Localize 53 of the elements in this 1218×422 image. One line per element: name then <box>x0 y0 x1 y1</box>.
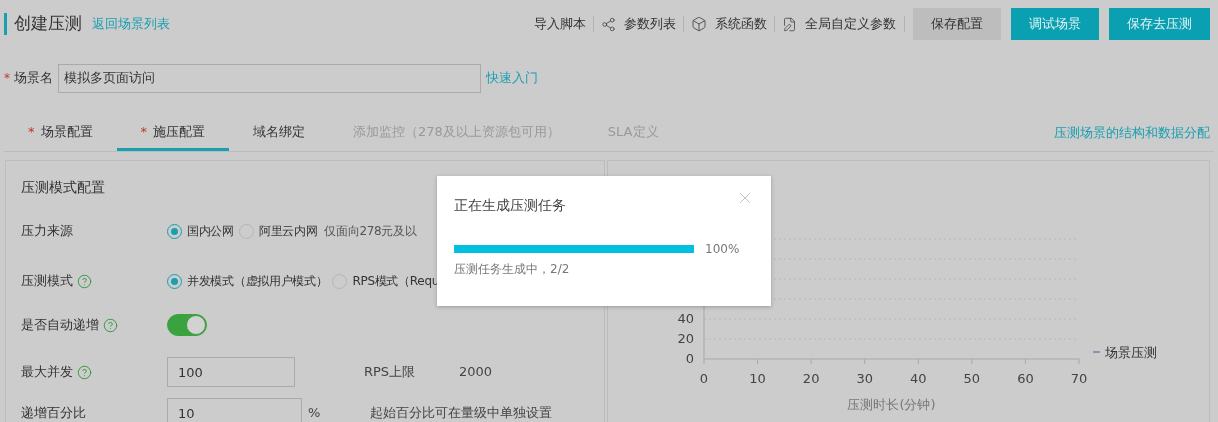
radio-option[interactable]: 阿里云内网 <box>238 222 318 240</box>
field-label: 最大并发 <box>21 363 73 382</box>
field-label: 压测模式 <box>21 272 73 291</box>
field-label: 场景名 <box>14 69 54 88</box>
y-tick-label: 20 <box>677 331 694 346</box>
note-text: 起始百分比可在量级中单独设置 <box>370 404 553 422</box>
nodes-icon <box>601 16 616 32</box>
radio-button[interactable] <box>167 273 182 289</box>
help-icon[interactable] <box>103 317 118 333</box>
x-tick-label: 10 <box>749 371 766 386</box>
cube-icon <box>691 16 707 32</box>
required-mark: * <box>4 70 10 87</box>
note-text: 仅面向278元及以 <box>324 223 417 240</box>
help-icon[interactable] <box>77 364 92 380</box>
action-button[interactable]: 保存配置 <box>913 8 1001 40</box>
x-tick-label: 0 <box>699 371 709 386</box>
page-title: 创建压测 <box>14 12 82 36</box>
y-tick-label: 0 <box>685 351 694 366</box>
radio-button[interactable] <box>167 223 182 239</box>
x-axis-title: 压测时长(分钟) <box>847 397 936 412</box>
edit-icon <box>782 16 797 32</box>
radio-option[interactable]: 国内公网 <box>167 222 234 240</box>
toolbar-link[interactable]: 全局自定义参数 <box>805 14 896 34</box>
toggle-switch[interactable] <box>167 314 207 336</box>
field-label: 递增百分比 <box>21 404 86 422</box>
progress-status: 压测任务生成中，2/2 <box>454 261 571 278</box>
toolbar-link[interactable]: 导入脚本 <box>534 14 586 34</box>
tab[interactable]: * 场景配置 <box>4 115 117 151</box>
tab[interactable]: 域名绑定 <box>229 115 329 151</box>
progress-percent: 100% <box>705 241 740 258</box>
radio-option[interactable]: 并发模式（虚拟用户模式） <box>167 272 328 290</box>
unit-label: % <box>308 404 321 422</box>
field-label: 压力来源 <box>21 222 73 241</box>
field-label: 是否自动递增 <box>21 316 99 335</box>
field-value: 2000 <box>459 363 493 382</box>
number-field[interactable]: 10 <box>167 398 302 422</box>
x-tick-label: 20 <box>802 371 820 386</box>
field-label: RPS上限 <box>364 363 417 382</box>
help-icon[interactable] <box>77 273 92 289</box>
toolbar-link[interactable]: 系统函数 <box>715 14 767 34</box>
scene-name-field[interactable]: 模拟多页面访问 <box>58 63 481 93</box>
x-tick-label: 70 <box>1070 371 1088 386</box>
x-tick-label: 50 <box>963 371 981 386</box>
y-tick-label: 40 <box>677 311 694 326</box>
number-field[interactable]: 100 <box>167 357 295 387</box>
x-tick-label: 60 <box>1017 371 1034 386</box>
x-tick-label: 40 <box>910 371 927 386</box>
x-tick-label: 30 <box>856 371 873 386</box>
tab[interactable]: * 施压配置 <box>116 115 229 151</box>
toolbar-link[interactable]: 参数列表 <box>624 14 676 34</box>
legend-label: 场景压测 <box>1105 345 1157 360</box>
dialog-title: 正在生成压测任务 <box>454 196 566 215</box>
section-title: 压测模式配置 <box>21 179 105 195</box>
